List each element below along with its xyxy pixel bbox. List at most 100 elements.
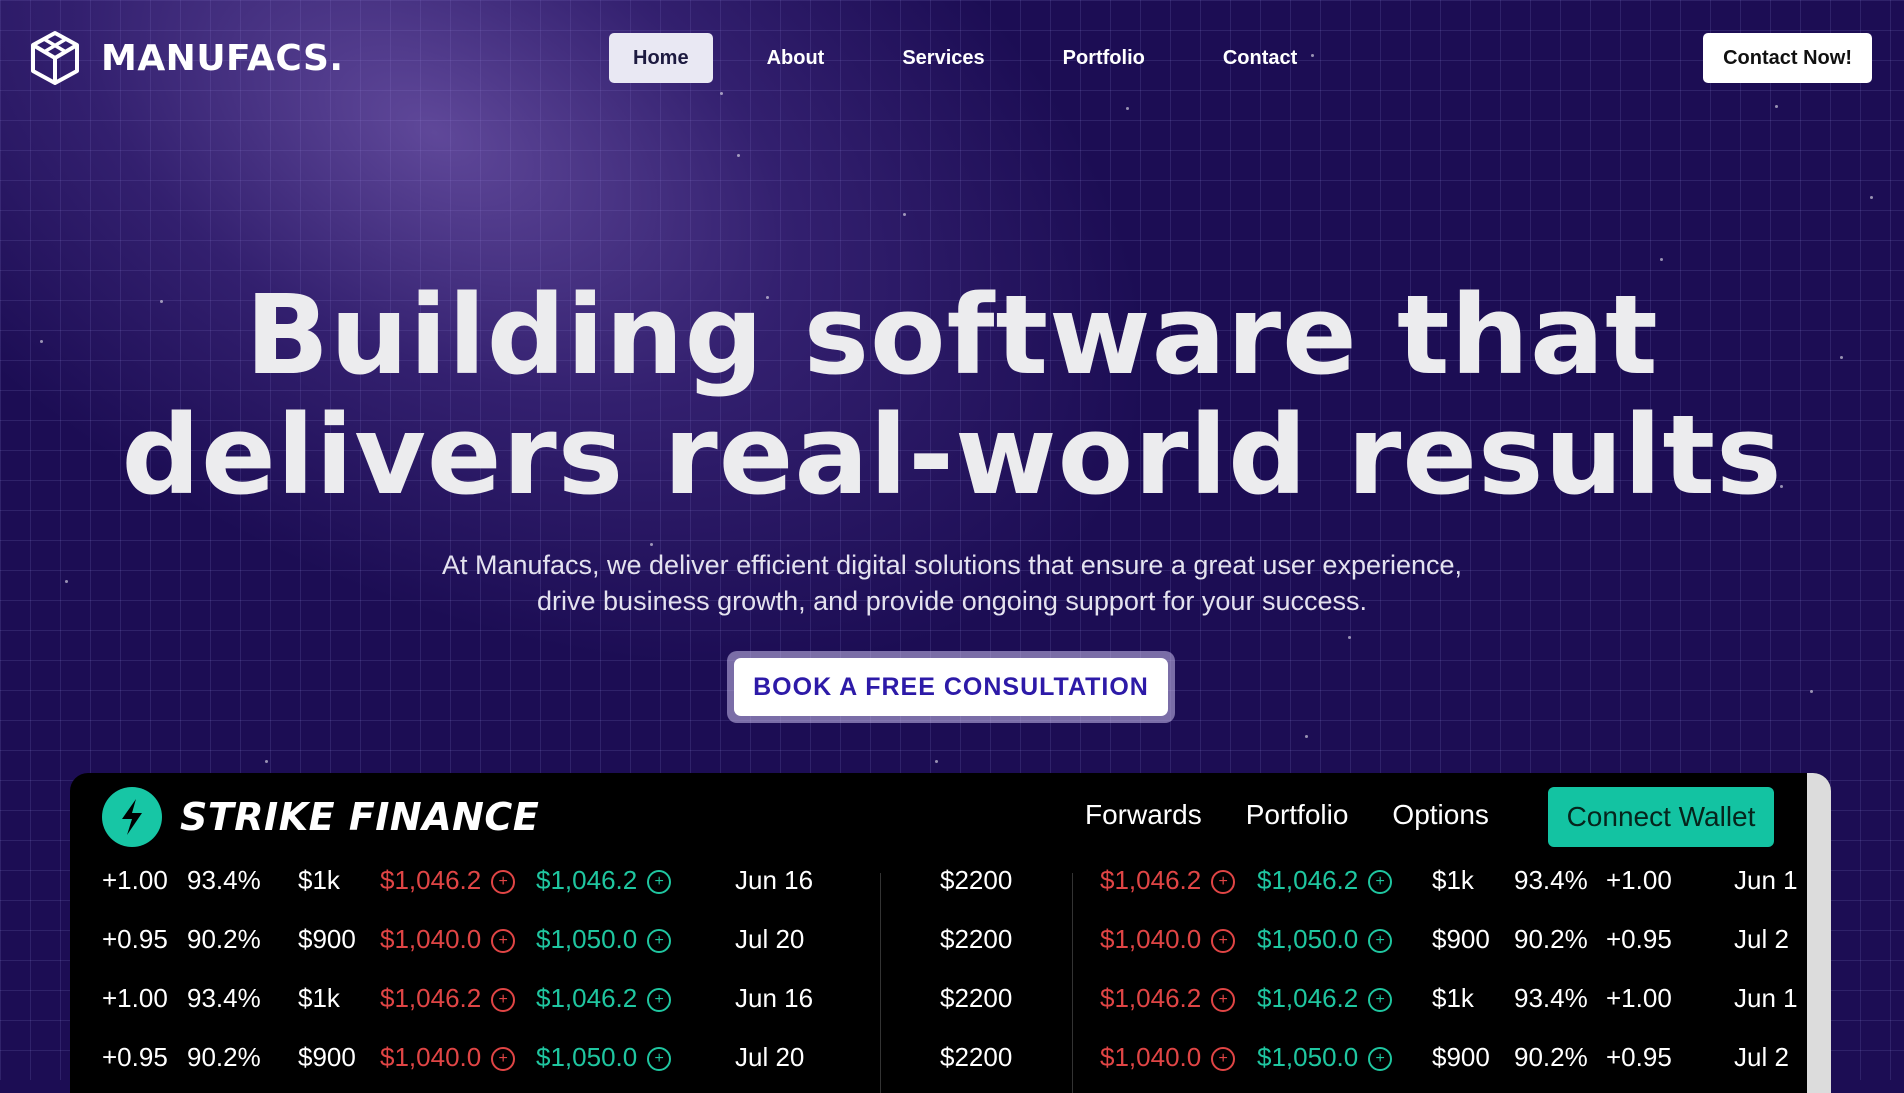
plus-circle-icon[interactable]: +: [1368, 988, 1393, 1012]
cell-value: +1.00: [1606, 865, 1672, 895]
cell-value: $1,046.2: [1100, 983, 1202, 1013]
cell-value: 90.2%: [187, 924, 261, 954]
table-cell-ask2[interactable]: $1,046.2 +: [1257, 865, 1393, 896]
plus-circle-icon[interactable]: +: [1211, 988, 1236, 1012]
table-cell-date2: Jun 1: [1734, 865, 1798, 896]
plus-circle-icon[interactable]: +: [491, 988, 516, 1012]
plus-circle-icon[interactable]: +: [647, 1047, 672, 1071]
nav-portfolio[interactable]: Portfolio: [1039, 33, 1169, 83]
table-cell-bid[interactable]: $1,040.0 +: [380, 1042, 516, 1073]
cell-value: $1,046.2: [380, 983, 482, 1013]
hero-subtitle-line: drive business growth, and provide ongoi…: [537, 586, 1367, 616]
table-cell-delta2: +1.00: [1606, 865, 1672, 896]
connect-wallet-button[interactable]: Connect Wallet: [1548, 787, 1774, 847]
plus-circle-icon[interactable]: +: [491, 929, 516, 953]
table-cell-bid2[interactable]: $1,046.2 +: [1100, 983, 1236, 1014]
cell-value: 90.2%: [1514, 1042, 1588, 1072]
brand-name: MANUFACS.: [101, 37, 344, 79]
plus-circle-icon[interactable]: +: [491, 1047, 516, 1071]
cell-value: $1,040.0: [1100, 924, 1202, 954]
cell-value: 93.4%: [1514, 865, 1588, 895]
table-cell-amt: $900: [298, 924, 356, 955]
plus-circle-icon[interactable]: +: [1211, 870, 1236, 894]
scrollbar[interactable]: [1807, 773, 1831, 1093]
plus-circle-icon[interactable]: +: [647, 929, 672, 953]
nav-home[interactable]: Home: [609, 33, 713, 83]
table-cell-bid[interactable]: $1,046.2 +: [380, 865, 516, 896]
table-cell-pct2: 90.2%: [1514, 1042, 1588, 1073]
consultation-button-frame: BOOK A FREE CONSULTATION: [727, 651, 1175, 723]
cell-value: $1,040.0: [380, 1042, 482, 1072]
table-cell-pct2: 93.4%: [1514, 865, 1588, 896]
dashboard-nav-portfolio[interactable]: Portfolio: [1246, 799, 1349, 831]
cell-value: $2200: [940, 983, 1013, 1013]
cell-value: $1,040.0: [1100, 1042, 1202, 1072]
cell-value: $900: [1432, 1042, 1490, 1072]
table-cell-ask2[interactable]: $1,050.0 +: [1257, 1042, 1393, 1073]
nav-contact[interactable]: Contact: [1199, 33, 1321, 83]
plus-circle-icon[interactable]: +: [1211, 1047, 1236, 1071]
cell-value: +1.00: [102, 983, 168, 1013]
cell-value: $1,046.2: [536, 865, 638, 895]
dashboard-nav-options[interactable]: Options: [1392, 799, 1489, 831]
nav-services[interactable]: Services: [878, 33, 1008, 83]
cell-value: $1,050.0: [536, 1042, 638, 1072]
cell-value: Jun 16: [735, 865, 814, 895]
table-cell-ask[interactable]: $1,046.2 +: [536, 983, 672, 1014]
cell-value: $2200: [940, 1042, 1013, 1072]
hero-title: Building software that delivers real-wor…: [0, 275, 1904, 515]
table-cell-pct2: 93.4%: [1514, 983, 1588, 1014]
table-cell-delta2: +1.00: [1606, 983, 1672, 1014]
cell-value: Jul 20: [735, 924, 805, 954]
book-consultation-button[interactable]: BOOK A FREE CONSULTATION: [734, 658, 1168, 716]
cell-value: 90.2%: [187, 1042, 261, 1072]
strike-finance-logo: STRIKE FINANCE: [102, 787, 539, 847]
cube-icon: [29, 30, 81, 86]
table-cell-bid[interactable]: $1,046.2 +: [380, 983, 516, 1014]
table-cell-ask[interactable]: $1,050.0 +: [536, 924, 672, 955]
cell-value: 93.4%: [1514, 983, 1588, 1013]
cell-value: $900: [1432, 924, 1490, 954]
contact-now-button[interactable]: Contact Now!: [1703, 33, 1872, 83]
dashboard-nav-forwards[interactable]: Forwards: [1085, 799, 1202, 831]
plus-circle-icon[interactable]: +: [647, 988, 672, 1012]
table-cell-bid2[interactable]: $1,040.0 +: [1100, 924, 1236, 955]
table-cell-ask[interactable]: $1,050.0 +: [536, 1042, 672, 1073]
nav-about[interactable]: About: [743, 33, 849, 83]
plus-circle-icon[interactable]: +: [1368, 929, 1393, 953]
cell-value: Jul 2: [1734, 924, 1789, 954]
plus-circle-icon[interactable]: +: [1211, 929, 1236, 953]
plus-circle-icon[interactable]: +: [491, 870, 516, 894]
table-cell-bid2[interactable]: $1,040.0 +: [1100, 1042, 1236, 1073]
lightning-dollar-icon: [102, 787, 162, 847]
cell-value: $900: [298, 924, 356, 954]
table-cell-delta: +0.95: [102, 1042, 168, 1073]
table-cell-ask[interactable]: $1,046.2 +: [536, 865, 672, 896]
table-cell-pct: 90.2%: [187, 924, 261, 955]
table-cell-pct: 93.4%: [187, 865, 261, 896]
cell-value: $2200: [940, 865, 1013, 895]
plus-circle-icon[interactable]: +: [1368, 1047, 1393, 1071]
table-cell-date: Jul 20: [735, 924, 804, 955]
table-cell-ask2[interactable]: $1,050.0 +: [1257, 924, 1393, 955]
table-cell-strike: $2200: [940, 865, 1012, 896]
table-cell-strike: $2200: [940, 924, 1012, 955]
table-cell-amt: $1k: [298, 865, 340, 896]
table-cell-strike: $2200: [940, 983, 1012, 1014]
cell-value: $1,050.0: [1257, 924, 1359, 954]
table-cell-ask2[interactable]: $1,046.2 +: [1257, 983, 1393, 1014]
table-cell-date2: Jul 2: [1734, 924, 1789, 955]
table-cell-strike: $2200: [940, 1042, 1012, 1073]
plus-circle-icon[interactable]: +: [1368, 870, 1393, 894]
table-cell-pct: 90.2%: [187, 1042, 261, 1073]
cell-value: $1,050.0: [1257, 1042, 1359, 1072]
brand-logo[interactable]: MANUFACS.: [29, 30, 344, 86]
plus-circle-icon[interactable]: +: [647, 870, 672, 894]
cell-value: Jun 1: [1734, 865, 1798, 895]
table-cell-bid[interactable]: $1,040.0 +: [380, 924, 516, 955]
cell-value: $1k: [298, 865, 340, 895]
table-cell-pct2: 90.2%: [1514, 924, 1588, 955]
table-cell-bid2[interactable]: $1,046.2 +: [1100, 865, 1236, 896]
table-cell-amt2: $900: [1432, 924, 1490, 955]
cell-value: 93.4%: [187, 983, 261, 1013]
